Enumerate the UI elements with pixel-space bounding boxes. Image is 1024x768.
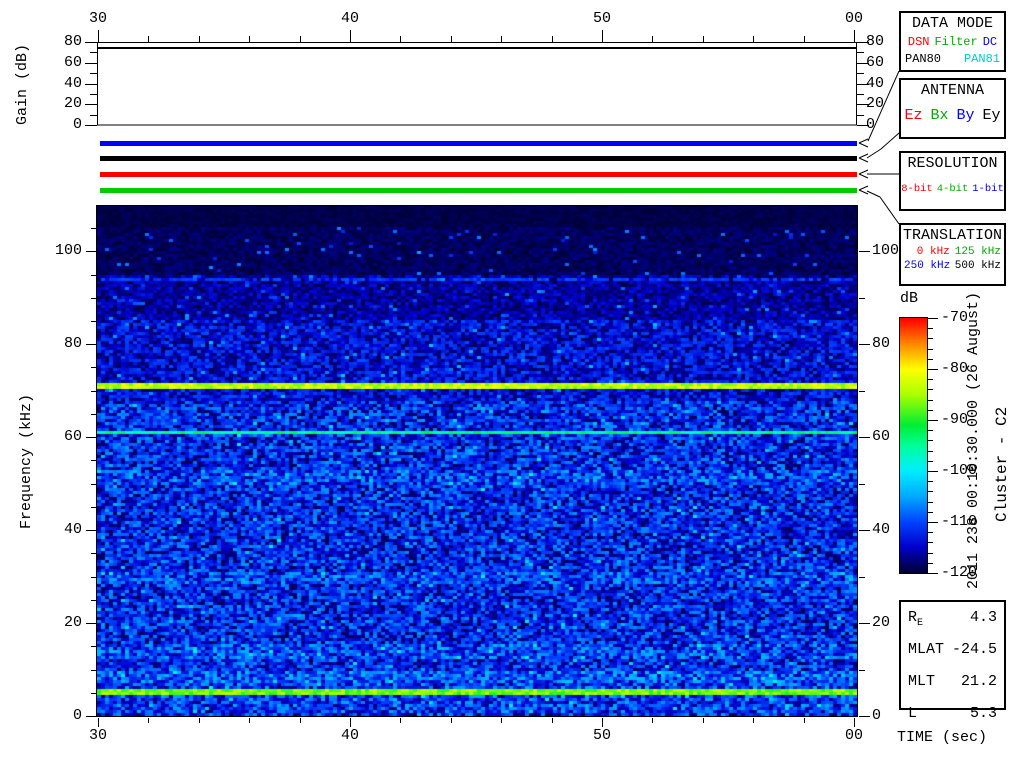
- translation-options-row1: 0 kHz 125 kHz: [901, 246, 1004, 258]
- colorbar-tick-label: -100: [941, 462, 978, 479]
- gain-right-tick-label: 20: [866, 95, 885, 113]
- data-mode-legend-panel: DATA MODE DSN Filter DC PAN80 PAN81: [899, 11, 1006, 72]
- freq-right-tick-label: 0: [872, 707, 882, 724]
- gain-left-tick-label: 80: [63, 33, 82, 50]
- colorbar-tick-label: -80: [941, 360, 969, 377]
- antenna-options-row: Ez Bx By Ey: [901, 107, 1004, 124]
- time-bottom-tick-label: 50: [592, 727, 611, 744]
- option-1bit: 1-bit: [972, 183, 1004, 195]
- option-ey: Ey: [982, 107, 1001, 124]
- colorbar-unit-label: dB: [900, 290, 919, 307]
- option-250khz: 250 kHz: [904, 260, 951, 272]
- freq-left-tick-label: 80: [63, 335, 82, 353]
- time-top-tick-label: 30: [88, 10, 107, 27]
- gain-right-tick-label: 0: [866, 116, 876, 133]
- data-mode-options-row1: DSN Filter DC: [901, 35, 1004, 49]
- resolution-legend-panel: RESOLUTION 8-bit 4-bit 1-bit: [899, 151, 1006, 211]
- time-top-tick-label: 40: [340, 10, 359, 27]
- data-mode-panel-title: DATA MODE: [911, 15, 993, 32]
- gain-left-tick-label: 20: [63, 95, 82, 113]
- time-bottom-tick-label: 30: [88, 727, 107, 744]
- antenna-legend-panel: ANTENNA Ez Bx By Ey: [899, 78, 1006, 139]
- wbd-spectrogram-page: Gain (dB) Frequency (kHz) 2011 238 00:10…: [0, 0, 1024, 768]
- ephemeris-value: 4.3: [969, 609, 997, 626]
- gain-axis-label: Gain (dB): [14, 43, 31, 125]
- freq-right-tick-label: 40: [872, 521, 891, 539]
- option-500khz: 500 kHz: [954, 260, 1001, 272]
- ephemeris-value: 5.3: [969, 705, 997, 722]
- freq-left-tick-label: 40: [63, 521, 82, 539]
- translation-options-row2: 250 kHz 500 kHz: [901, 260, 1004, 272]
- resolution-panel-title: RESOLUTION: [907, 155, 998, 172]
- option-0khz: 0 kHz: [916, 246, 950, 258]
- ephemeris-row-mlat: MLAT -24.5: [901, 637, 1004, 669]
- option-filter: Filter: [934, 35, 978, 49]
- freq-right-tick-label: 80: [872, 335, 891, 353]
- time-bottom-tick-label: 00: [844, 727, 863, 744]
- option-pan81: PAN81: [963, 52, 1000, 66]
- gain-left-tick-label: 40: [63, 74, 82, 92]
- option-dsn: DSN: [907, 35, 930, 49]
- gain-right-tick-label: 40: [866, 74, 885, 92]
- datetime-annotation: 2011 238 00:10:30.000 (26 August): [965, 291, 982, 589]
- ephemeris-label: MLAT: [908, 641, 945, 658]
- time-top-tick-label: 00: [844, 10, 863, 27]
- ephemeris-row-mlt: MLT 21.2: [901, 669, 1004, 701]
- colorbar-tick-label: -90: [941, 411, 969, 428]
- resolution-options-row: 8-bit 4-bit 1-bit: [901, 183, 1004, 195]
- gain-right-tick-label: 80: [866, 33, 885, 50]
- option-4bit: 4-bit: [936, 183, 969, 195]
- option-by: By: [956, 107, 975, 124]
- freq-right-tick-label: 60: [872, 428, 891, 446]
- gain-left-tick-label: 0: [72, 116, 82, 133]
- freq-left-tick-label: 100: [54, 242, 82, 260]
- gain-right-tick-label: 60: [866, 53, 885, 71]
- option-pan80: PAN80: [905, 52, 942, 66]
- option-dc: DC: [982, 35, 998, 49]
- ephemeris-label: MLT: [908, 673, 936, 690]
- freq-right-tick-label: 20: [872, 614, 891, 632]
- option-125khz: 125 kHz: [954, 246, 1001, 258]
- freq-left-tick-label: 0: [72, 707, 82, 724]
- freq-right-tick-label: 100: [872, 242, 900, 260]
- frequency-axis-label: Frequency (kHz): [18, 393, 35, 529]
- colorbar-tick-label: -120: [941, 564, 978, 581]
- data-mode-options-row2: PAN80 PAN81: [901, 52, 1004, 66]
- ephemeris-row-l: L 5.3: [901, 701, 1004, 733]
- ephemeris-value: -24.5: [951, 641, 997, 658]
- ephemeris-row-re: RE 4.3: [901, 605, 1004, 637]
- gain-left-tick-label: 60: [63, 53, 82, 71]
- antenna-panel-title: ANTENNA: [920, 82, 984, 99]
- option-bx: Bx: [930, 107, 949, 124]
- colorbar-tick-label: -70: [941, 309, 969, 326]
- ephemeris-value: 21.2: [960, 673, 997, 690]
- colorbar-tick-label: -110: [941, 513, 978, 530]
- freq-left-tick-label: 20: [63, 614, 82, 632]
- translation-panel-title: TRANSLATION: [902, 227, 1003, 244]
- option-8bit: 8-bit: [901, 183, 933, 195]
- freq-left-tick-label: 60: [63, 428, 82, 446]
- time-top-tick-label: 50: [592, 10, 611, 27]
- time-bottom-tick-label: 40: [340, 727, 359, 744]
- spacecraft-annotation: Cluster - C2: [993, 406, 1011, 522]
